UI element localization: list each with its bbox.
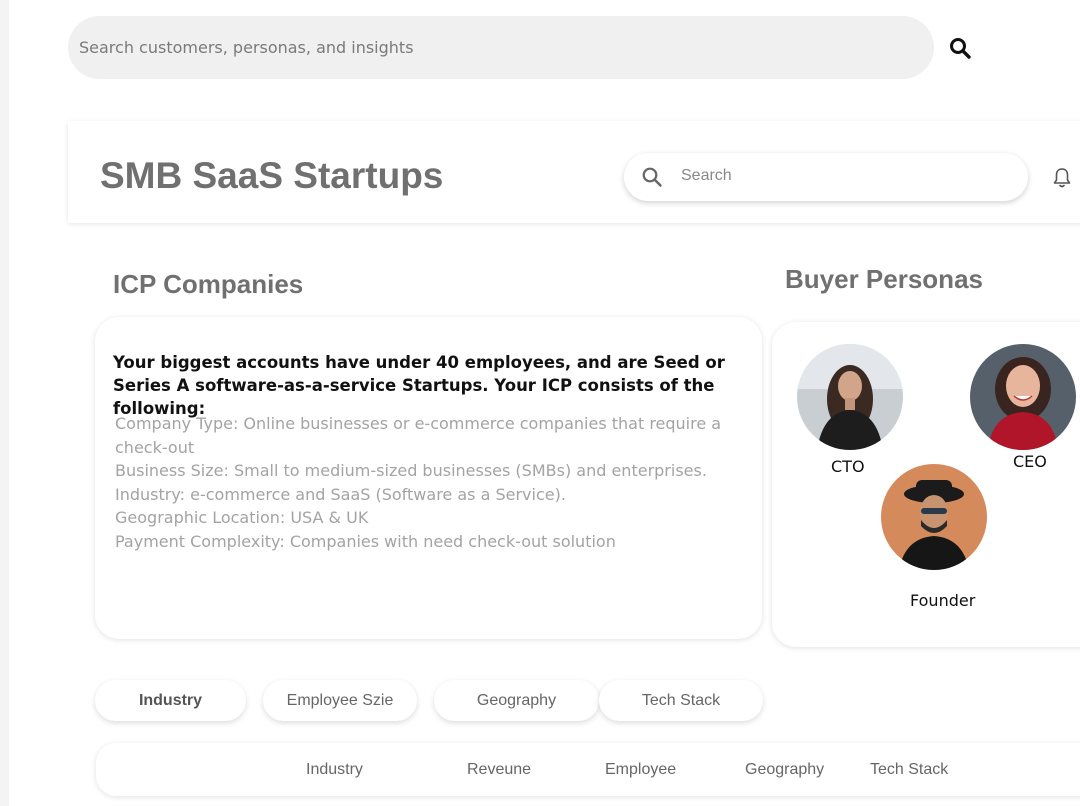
page-title: SMB SaaS Startups: [100, 155, 444, 196]
global-search-bar[interactable]: [68, 16, 971, 79]
icp-detail-item: Business Size: Small to medium-sized bus…: [115, 461, 707, 480]
tab-employee-size[interactable]: Employee Szie: [263, 680, 417, 721]
search-icon: [641, 166, 663, 188]
column-header-revenue[interactable]: Reveune: [467, 761, 531, 779]
icp-companies-title: ICP Companies: [113, 269, 304, 299]
buyer-personas-card: CTO CEO Founder: [772, 322, 1080, 647]
tab-tech-stack[interactable]: Tech Stack: [599, 680, 763, 721]
persona-avatar-ceo[interactable]: [970, 344, 1076, 450]
global-search-input[interactable]: [79, 38, 839, 57]
tab-industry[interactable]: Industry: [95, 680, 246, 721]
column-header-tech-stack[interactable]: Tech Stack: [870, 761, 948, 779]
table-header-row: Industry Reveune Employee Geography Tech…: [96, 743, 1080, 796]
icp-detail-item: Industry: e-commerce and SaaS (Software …: [115, 484, 566, 504]
header-search-input[interactable]: [681, 167, 1001, 185]
left-rail: [0, 0, 9, 806]
search-icon[interactable]: [948, 36, 972, 60]
icp-detail-item: Geographic Location: USA & UK: [115, 508, 369, 527]
persona-avatar-founder[interactable]: [881, 464, 987, 570]
column-header-geography[interactable]: Geography: [745, 761, 824, 779]
header-search-bar[interactable]: [624, 153, 1028, 201]
icp-card: Your biggest accounts have under 40 empl…: [95, 317, 762, 639]
icp-detail-item: Company Type: Online businesses or e-com…: [115, 414, 722, 457]
tab-geography[interactable]: Geography: [434, 680, 599, 721]
icp-summary: Your biggest accounts have under 40 empl…: [113, 353, 725, 418]
column-header-employee[interactable]: Employee: [605, 761, 676, 779]
buyer-personas-title: Buyer Personas: [785, 264, 983, 294]
persona-avatar-cto[interactable]: [797, 344, 903, 450]
icp-detail-item: Payment Complexity: Companies with need …: [115, 531, 616, 551]
column-header-industry[interactable]: Industry: [306, 761, 363, 779]
persona-label: CTO: [831, 457, 865, 476]
icp-details-list: Company Type: Online businesses or e-com…: [115, 412, 725, 553]
persona-label: Founder: [910, 591, 976, 610]
bell-icon[interactable]: [1052, 167, 1072, 189]
page-header: SMB SaaS Startups: [68, 121, 1080, 223]
persona-label: CEO: [1013, 452, 1047, 471]
